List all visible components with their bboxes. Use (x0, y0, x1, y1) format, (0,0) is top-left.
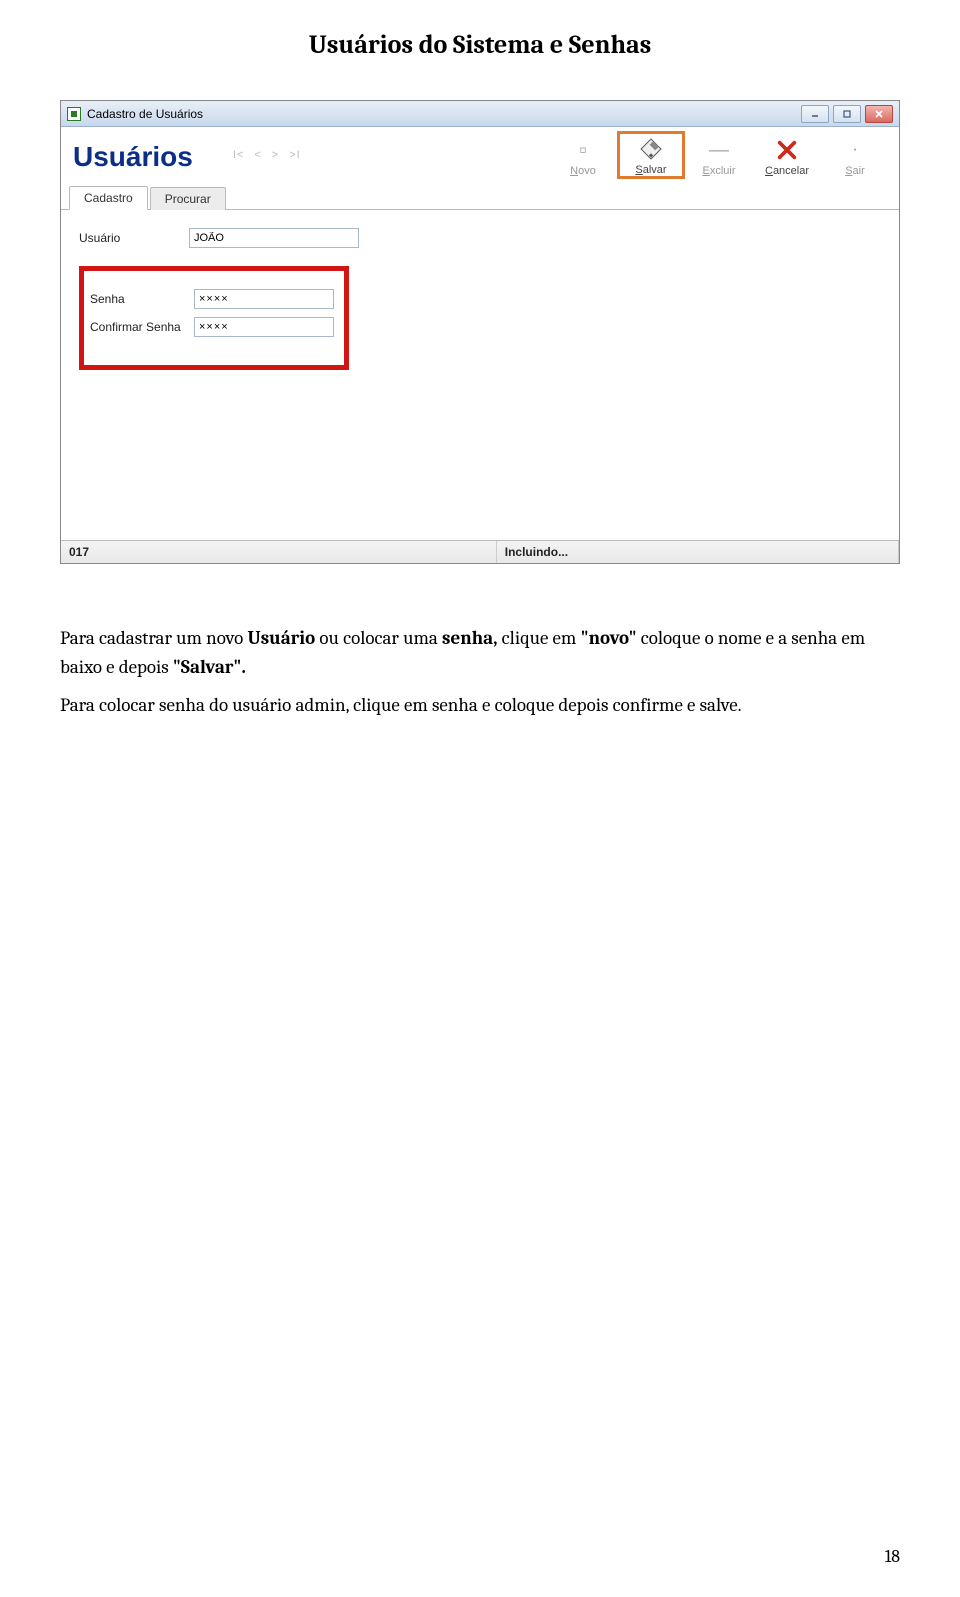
sair-button[interactable]: · Sair (821, 135, 889, 179)
window-controls (801, 105, 893, 123)
cancel-icon (774, 137, 800, 163)
nav-prev-icon[interactable]: < (254, 149, 261, 161)
nav-last-icon[interactable]: >I (289, 149, 300, 161)
maximize-button[interactable] (833, 105, 861, 123)
tab-cadastro[interactable]: Cadastro (69, 186, 148, 210)
status-record-id: 017 (61, 541, 497, 563)
app-icon (67, 107, 81, 121)
tabs: Cadastro Procurar (61, 185, 899, 210)
minimize-button[interactable] (801, 105, 829, 123)
nav-next-icon[interactable]: > (272, 149, 279, 161)
page-number: 18 (885, 1546, 900, 1567)
novo-button[interactable]: ▫ NNovoovo (549, 135, 617, 179)
instruction-paragraph-2: Para colocar senha do usuário admin, cli… (60, 691, 900, 720)
senha-label: Senha (90, 292, 194, 306)
usuario-input[interactable] (189, 228, 359, 248)
cancelar-button[interactable]: Cancelar (753, 135, 821, 179)
salvar-button[interactable]: Salvar (617, 131, 685, 179)
toolbar: Usuários I< < > >I ▫ NNovoovo Salvar — E (61, 127, 899, 186)
instruction-paragraph-1: Para cadastrar um novo Usuário ou coloca… (60, 624, 900, 681)
new-file-icon: ▫ (570, 137, 596, 163)
usuario-label: Usuário (79, 231, 189, 245)
statusbar: 017 Incluindo... (61, 540, 899, 563)
window-title: Cadastro de Usuários (87, 107, 203, 121)
exit-icon: · (842, 137, 868, 163)
excluir-button[interactable]: — Excluir (685, 135, 753, 179)
tab-procurar[interactable]: Procurar (150, 187, 226, 210)
confirmar-senha-label: Confirmar Senha (90, 320, 194, 334)
record-nav: I< < > >I (233, 149, 301, 161)
confirmar-senha-input[interactable] (194, 317, 334, 337)
app-window: Cadastro de Usuários Usuários I< < > (60, 100, 900, 564)
delete-icon: — (706, 137, 732, 163)
section-heading: Usuários (71, 135, 203, 179)
nav-first-icon[interactable]: I< (233, 149, 244, 161)
titlebar: Cadastro de Usuários (61, 101, 899, 127)
save-icon (638, 136, 664, 162)
doc-title: Usuários do Sistema e Senhas (60, 30, 900, 60)
close-button[interactable] (865, 105, 893, 123)
senha-highlight: Senha Confirmar Senha (79, 266, 349, 370)
form-area: Usuário Senha Confirmar Senha (61, 210, 899, 540)
status-mode: Incluindo... (497, 541, 899, 563)
senha-input[interactable] (194, 289, 334, 309)
